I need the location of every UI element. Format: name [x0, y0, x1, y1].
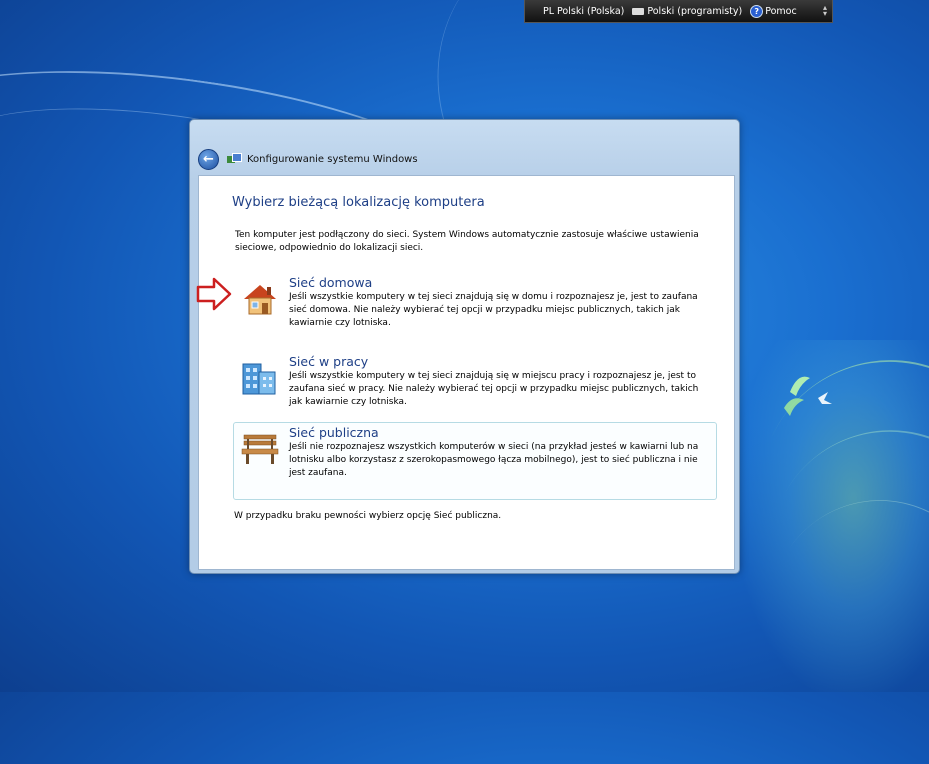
intro-text: Ten komputer jest podłączony do sieci. S…	[235, 230, 699, 253]
network-option-home[interactable]: Sieć domowa Jeśli wszystkie komputery w …	[233, 272, 717, 334]
page-heading: Wybierz bieżącą lokalizację komputera	[232, 195, 485, 210]
dialog-title: Konfigurowanie systemu Windows	[247, 153, 418, 165]
help-button[interactable]: ? Pomoc	[750, 4, 797, 18]
footer-note: W przypadku braku pewności wybierz opcję…	[234, 511, 502, 521]
back-arrow-icon: ←	[203, 151, 214, 167]
house-icon	[244, 285, 276, 315]
keyboard-layout-label: Polski (programisty)	[647, 5, 743, 17]
park-bench-icon	[241, 434, 279, 464]
help-icon: ?	[750, 4, 764, 18]
windows-setup-icon	[227, 153, 242, 165]
language-bar: PL Polski (Polska) Polski (programisty) …	[524, 0, 833, 23]
office-building-icon	[242, 363, 276, 395]
language-bar-options-button[interactable]: ▴ ▾	[823, 4, 827, 18]
bird-logo-icon	[784, 376, 832, 416]
option-title-home: Sieć domowa	[289, 275, 373, 290]
keyboard-layout-button[interactable]: Polski (programisty)	[632, 6, 742, 17]
network-option-public[interactable]: Sieć publiczna Jeśli nie rozpoznajesz ws…	[233, 422, 717, 500]
network-option-work[interactable]: Sieć w pracy Jeśli wszystkie komputery w…	[233, 351, 717, 413]
option-description-work: Jeśli wszystkie komputery w tej sieci zn…	[289, 371, 699, 407]
dialog-titlebar: ← Konfigurowanie systemu Windows	[198, 148, 731, 170]
input-language-button[interactable]: PL Polski (Polska)	[543, 6, 624, 17]
option-description-home: Jeśli wszystkie komputery w tej sieci zn…	[289, 292, 698, 328]
input-language-label: PL Polski (Polska)	[543, 5, 625, 17]
setup-dialog: ← Konfigurowanie systemu Windows Wybierz…	[189, 119, 740, 574]
option-title-work: Sieć w pracy	[289, 354, 369, 369]
back-arrow-button[interactable]: ←	[198, 148, 219, 170]
option-description-public: Jeśli nie rozpoznajesz wszystkich komput…	[289, 442, 699, 478]
help-label: Pomoc	[765, 5, 797, 17]
keyboard-icon	[632, 7, 645, 15]
option-title-public: Sieć publiczna	[289, 425, 379, 440]
red-arrow-annotation-icon	[196, 277, 232, 311]
dialog-content: Wybierz bieżącą lokalizację komputera Te…	[198, 175, 735, 570]
